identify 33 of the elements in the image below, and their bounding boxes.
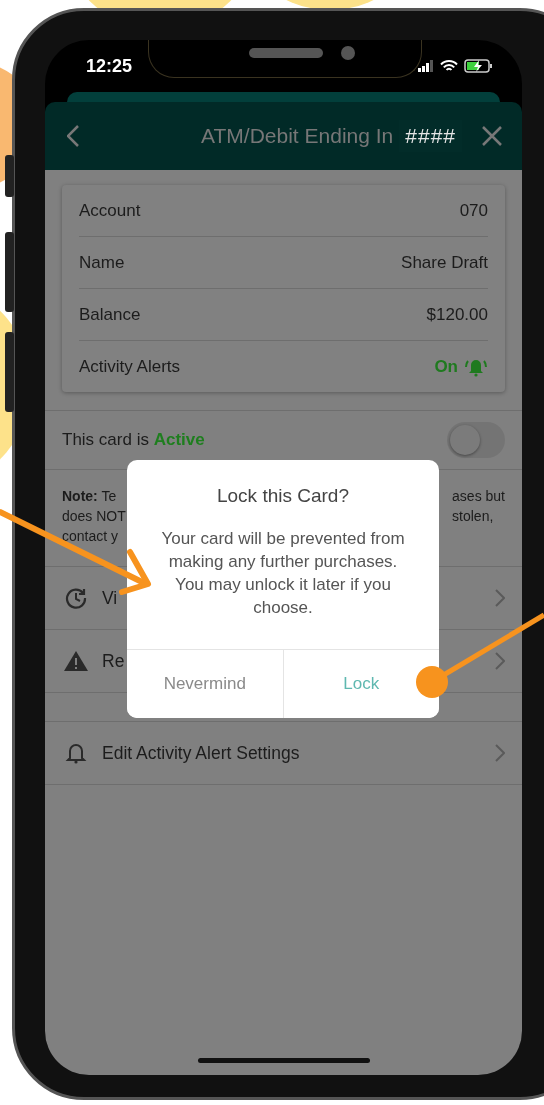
lock-toggle[interactable] — [447, 422, 505, 458]
battery-charging-icon — [464, 59, 494, 73]
note-text: contact y — [62, 527, 120, 546]
signal-icon — [418, 60, 434, 72]
menu-item[interactable]: Re — [102, 650, 125, 672]
detail-value: 070 — [459, 200, 488, 221]
chevron-right-icon — [495, 652, 505, 670]
note-text: Note: Te — [62, 487, 118, 506]
menu-item[interactable]: Vi — [102, 587, 118, 609]
status-time: 12:25 — [86, 55, 133, 77]
back-icon[interactable] — [67, 125, 79, 147]
bell-icon — [63, 742, 89, 764]
detail-label: Name — [79, 252, 125, 273]
chevron-right-icon — [495, 589, 505, 607]
chevron-right-icon — [495, 744, 505, 762]
detail-label: Balance — [79, 304, 141, 325]
detail-value: $120.00 — [426, 304, 488, 325]
note-text: stolen, — [452, 507, 495, 526]
menu-item[interactable]: Edit Activity Alert Settings — [102, 742, 300, 764]
wifi-icon — [440, 59, 458, 73]
note-text: does NOT — [62, 507, 126, 526]
dialog-title: Lock this Card? — [216, 485, 350, 507]
detail-label: Activity Alerts — [79, 356, 181, 377]
close-icon[interactable] — [482, 126, 502, 146]
alert-status: On — [434, 356, 458, 377]
warning-icon — [63, 650, 89, 672]
detail-value: Share Draft — [401, 252, 488, 273]
detail-label: Account — [79, 200, 141, 221]
history-icon — [63, 587, 89, 609]
dialog-message: Your card will be prevented from making any further purchases. You may unlock it later if you choose. — [160, 528, 406, 619]
card-status-text: This card is Active — [62, 430, 205, 450]
note-text: ases but — [452, 487, 505, 506]
header-title: ATM/Debit Ending In — [201, 124, 394, 148]
